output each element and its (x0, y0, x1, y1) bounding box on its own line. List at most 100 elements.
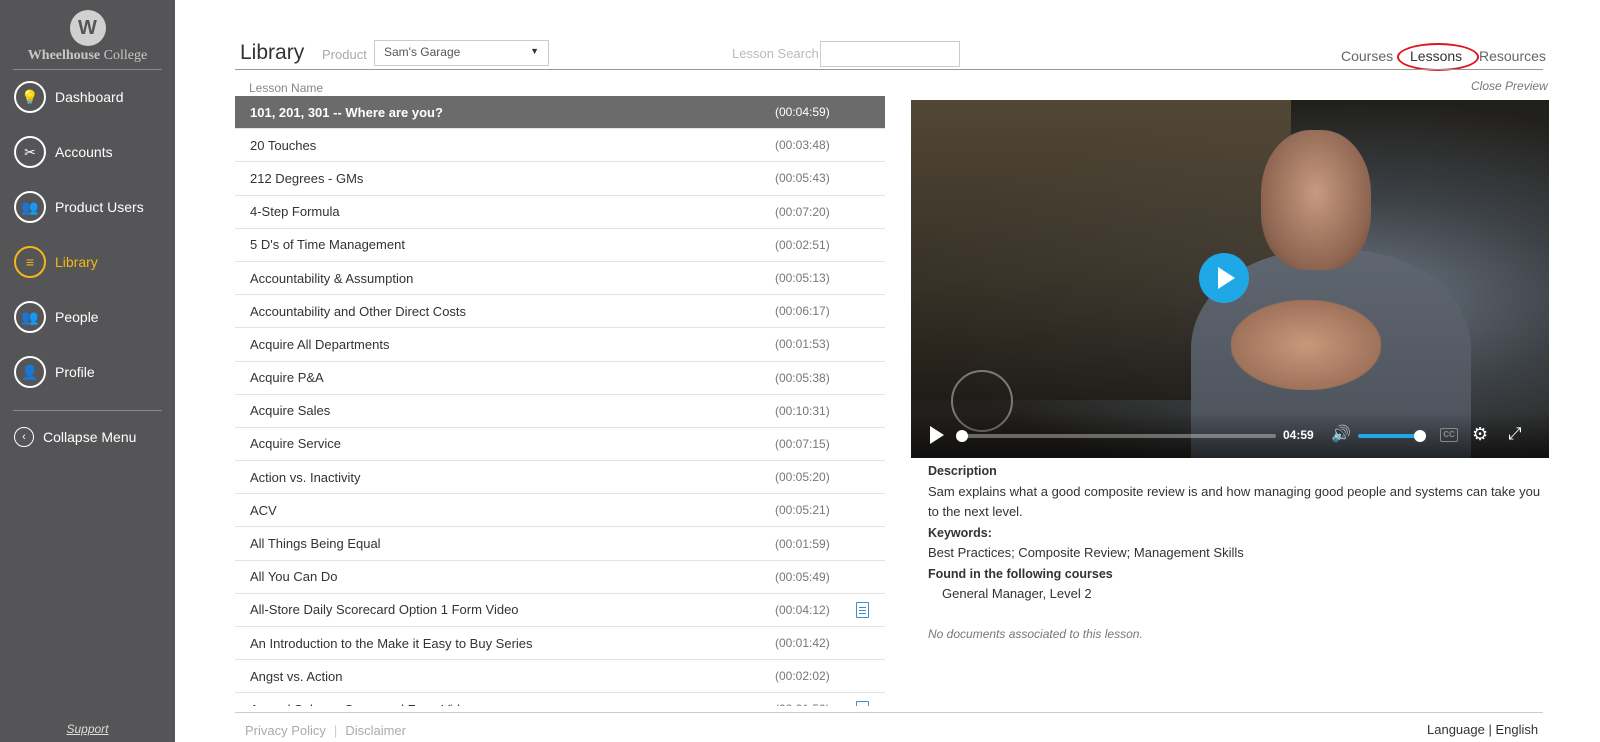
lesson-name: ACV (250, 502, 277, 518)
document-icon[interactable] (856, 601, 869, 618)
page-title: Library (240, 41, 305, 64)
progress-handle[interactable] (956, 430, 968, 442)
sidebar-divider (13, 69, 162, 70)
logo-icon: W (69, 10, 106, 46)
library-icon: ≡ (14, 246, 46, 278)
sidebar-item-label: Product Users (55, 199, 144, 215)
lesson-row[interactable]: Acquire P&A (00:05:38) (235, 362, 885, 395)
play-icon[interactable] (930, 426, 944, 444)
sidebar: W Wheelhouse College 💡 Dashboard ✂ Accounts… (0, 0, 175, 742)
lesson-row[interactable]: An Introduction to the Make it Easy to B… (235, 627, 885, 661)
lesson-duration: (00:04:12) (775, 602, 830, 617)
lesson-name: 212 Degrees - GMs (250, 170, 364, 186)
lesson-name: 5 D's of Time Management (250, 237, 405, 253)
lesson-name: All-Store Daily Scorecard Option 1 Form … (250, 602, 519, 618)
lesson-row[interactable]: Angst vs. Action (00:02:02) (235, 660, 885, 694)
sidebar-item-label: Profile (55, 364, 95, 380)
lesson-duration: (00:01:59) (775, 536, 830, 551)
description-text: Sam explains what a good composite revie… (928, 483, 1541, 520)
gear-icon[interactable]: ⚙ (1472, 424, 1488, 445)
language-selector[interactable]: Language | English (1427, 722, 1538, 737)
volume-slider[interactable] (1358, 430, 1426, 442)
lesson-duration: (00:05:43) (775, 171, 830, 186)
sidebar-divider (13, 410, 162, 411)
lesson-duration: (00:04:59) (775, 105, 830, 120)
lesson-name: 20 Touches (250, 137, 317, 153)
support-link[interactable]: Support (0, 722, 175, 736)
lesson-row[interactable]: ACV (00:05:21) (235, 494, 885, 528)
sidebar-item-dashboard[interactable]: 💡 Dashboard (14, 80, 124, 114)
big-play-button[interactable] (1199, 253, 1249, 303)
lesson-row[interactable]: Annual Sales ... Scorecard Form Video (00… (235, 693, 885, 706)
lesson-duration: (00:01:53) (775, 337, 830, 352)
close-preview-link[interactable]: Close Preview (1471, 79, 1548, 93)
lesson-duration: (00:05:13) (775, 271, 830, 286)
tab-resources[interactable]: Resources (1479, 48, 1546, 64)
lesson-name: Accountability and Other Direct Costs (250, 303, 467, 319)
presenter-head (1261, 130, 1371, 270)
lesson-duration: (00:05:21) (775, 503, 830, 518)
disclaimer-link[interactable]: Disclaimer (345, 723, 406, 738)
lesson-duration: (00:07:20) (775, 204, 830, 219)
lesson-name: Acquire Sales (250, 403, 331, 419)
lesson-duration: (00:05:20) (775, 470, 830, 485)
logo[interactable]: W Wheelhouse College (0, 10, 175, 64)
profile-icon: 👤 (14, 356, 46, 388)
lesson-details: Description Sam explains what a good com… (928, 461, 1548, 605)
lesson-search-input[interactable] (820, 41, 960, 67)
caret-down-icon: ▼ (530, 46, 539, 56)
sidebar-item-profile[interactable]: 👤 Profile (14, 355, 95, 389)
lesson-name: 4-Step Formula (250, 204, 340, 220)
sidebar-item-label: People (55, 309, 99, 325)
column-header-lesson-name: Lesson Name (249, 81, 324, 95)
captions-icon[interactable]: CC (1440, 428, 1458, 442)
document-icon[interactable] (856, 701, 869, 706)
lesson-row[interactable]: Accountability & Assumption (00:05:13) (235, 262, 885, 296)
sidebar-item-product-users[interactable]: 👥 Product Users (14, 190, 144, 224)
collapse-menu-button[interactable]: ‹ Collapse Menu (14, 427, 136, 447)
sidebar-item-people[interactable]: 👥 People (14, 300, 99, 334)
header-divider (235, 69, 1543, 70)
player-controls: 04:59 🔊 CC ⚙ ⤢ (911, 412, 1549, 458)
language-value: English (1495, 722, 1539, 737)
footer-separator: | (333, 723, 338, 738)
users-icon: 👥 (14, 191, 46, 223)
lesson-row[interactable]: 101, 201, 301 -- Where are you? (00:04:59… (235, 96, 885, 130)
lesson-name: Acquire Service (250, 436, 342, 452)
lesson-duration: (00:05:38) (775, 370, 830, 385)
lesson-row[interactable]: Accountability and Other Direct Costs (00… (235, 295, 885, 329)
lesson-name: Action vs. Inactivity (250, 469, 361, 485)
privacy-policy-link[interactable]: Privacy Policy (245, 723, 326, 738)
sidebar-item-library[interactable]: ≡ Library (14, 245, 98, 279)
lesson-row[interactable]: Acquire All Departments (00:01:53) (235, 328, 885, 362)
tab-courses[interactable]: Courses (1341, 48, 1393, 64)
video-player[interactable]: 04:59 🔊 CC ⚙ ⤢ (911, 100, 1549, 458)
progress-bar[interactable] (956, 430, 1276, 442)
lesson-row[interactable]: All You Can Do (00:05:49) (235, 561, 885, 594)
people-icon: 👥 (14, 301, 46, 333)
volume-icon[interactable]: 🔊 (1331, 426, 1351, 444)
product-label: Product (322, 47, 367, 62)
lesson-row[interactable]: Acquire Service (00:07:15) (235, 428, 885, 462)
lesson-row[interactable]: All Things Being Equal (00:01:59) (235, 527, 885, 561)
course-item[interactable]: General Manager, Level 2 (928, 584, 1548, 605)
lesson-row[interactable]: 20 Touches (00:03:48) (235, 129, 885, 163)
sidebar-item-label: Dashboard (55, 89, 124, 105)
lesson-row[interactable]: All-Store Daily Scorecard Option 1 Form … (235, 594, 885, 627)
volume-handle[interactable] (1414, 430, 1426, 442)
lesson-duration: (00:05:49) (775, 569, 830, 584)
sidebar-item-accounts[interactable]: ✂ Accounts (14, 135, 113, 169)
lesson-name: Angst vs. Action (250, 668, 343, 684)
keywords-text: Best Practices; Composite Review; Manage… (928, 545, 1244, 560)
lesson-name: All Things Being Equal (250, 536, 381, 552)
time-display: 04:59 (1283, 428, 1314, 442)
lesson-row[interactable]: 4-Step Formula (00:07:20) (235, 196, 885, 229)
fullscreen-icon[interactable]: ⤢ (1508, 424, 1522, 444)
lesson-row[interactable]: Acquire Sales (00:10:31) (235, 395, 885, 428)
lesson-row[interactable]: Action vs. Inactivity (00:05:20) (235, 461, 885, 495)
product-select[interactable]: Sam's Garage ▼ (374, 40, 549, 66)
lesson-name: Accountability & Assumption (250, 270, 414, 286)
lesson-row[interactable]: 5 D's of Time Management (00:02:51) (235, 229, 885, 262)
lesson-duration: (00:03:48) (775, 138, 830, 153)
lesson-row[interactable]: 212 Degrees - GMs (00:05:43) (235, 162, 885, 196)
